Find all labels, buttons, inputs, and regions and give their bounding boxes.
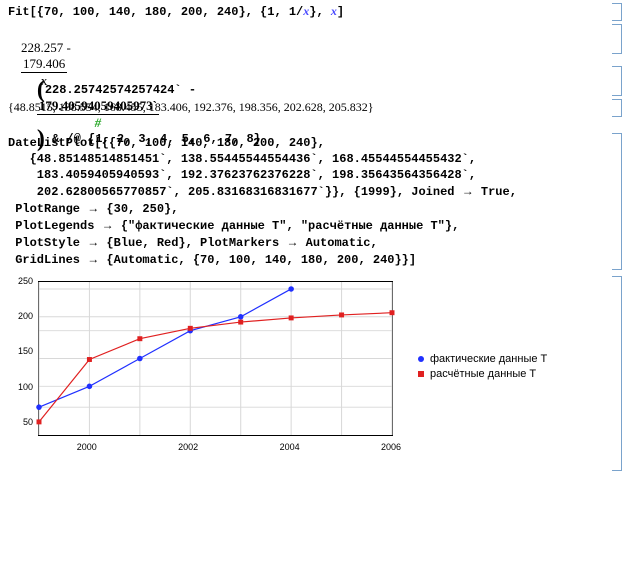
y-tick-label: 200	[18, 311, 33, 321]
chart: 50 100 150 200 250 2000 2002 2004 2006	[8, 276, 398, 456]
input-cell-fit: Fit[{70, 100, 140, 180, 200, 240}, {1, 1…	[8, 3, 628, 21]
y-tick-label: 150	[18, 346, 33, 356]
plot-svg	[39, 282, 392, 435]
code-line: PlotRange → {30, 250},	[8, 200, 604, 217]
list-result: {48.8515, 138.554, 168.455, 183.406, 192…	[8, 100, 374, 114]
legend-label: расчётные данные Т	[430, 368, 536, 380]
x-tick-label: 2006	[381, 442, 401, 452]
input-cell-datelistplot: DateListPlot[{{70, 100, 140, 180, 200, 2…	[8, 133, 628, 270]
code-line: PlotStyle → {Blue, Red}, PlotMarkers → A…	[8, 234, 604, 251]
plot-area	[38, 281, 393, 436]
code-fit: Fit[{70, 100, 140, 180, 200, 240}, {1, 1…	[8, 5, 344, 19]
legend-item-2: расчётные данные Т	[418, 368, 547, 380]
code-line: 183.4059405940593`, 192.37623762376228`,…	[8, 167, 604, 183]
legend-item-1: фактические данные Т	[418, 353, 547, 365]
input-cell-apply: (228.25742574257424` - 179.4059405940597…	[8, 66, 628, 96]
code-line: DateListPlot[{{70, 100, 140, 180, 200, 2…	[8, 135, 604, 151]
cell-bracket[interactable]	[612, 99, 622, 117]
x-tick-label: 2000	[77, 442, 97, 452]
output-cell-fit: 228.257 - 179.406x	[8, 24, 628, 54]
code-line: PlotLegends → {"фактические данные Т", "…	[8, 217, 604, 234]
cell-bracket[interactable]	[612, 24, 622, 54]
code-line: GridLines → {Automatic, {70, 100, 140, 1…	[8, 251, 604, 268]
code-line: 202.62800565770857`, 205.83168316831677`…	[8, 183, 604, 200]
square-marker-icon	[418, 371, 424, 377]
cell-bracket[interactable]	[612, 133, 622, 270]
legend-label: фактические данные Т	[430, 353, 547, 365]
circle-marker-icon	[418, 356, 424, 362]
cell-bracket[interactable]	[612, 3, 622, 21]
output-cell-chart: 50 100 150 200 250 2000 2002 2004 2006 фактическ…	[8, 276, 628, 471]
cell-bracket[interactable]	[612, 66, 622, 96]
output-cell-list: {48.8515, 138.554, 168.455, 183.406, 192…	[8, 99, 628, 117]
x-tick-label: 2004	[280, 442, 300, 452]
x-tick-label: 2002	[178, 442, 198, 452]
y-tick-label: 50	[23, 417, 33, 427]
code-line: {48.85148514851451`, 138.55445544554436`…	[8, 151, 604, 167]
y-tick-label: 250	[18, 276, 33, 286]
y-tick-label: 100	[18, 382, 33, 392]
legend: фактические данные Т расчётные данные Т	[418, 350, 547, 383]
cell-bracket[interactable]	[612, 276, 622, 471]
